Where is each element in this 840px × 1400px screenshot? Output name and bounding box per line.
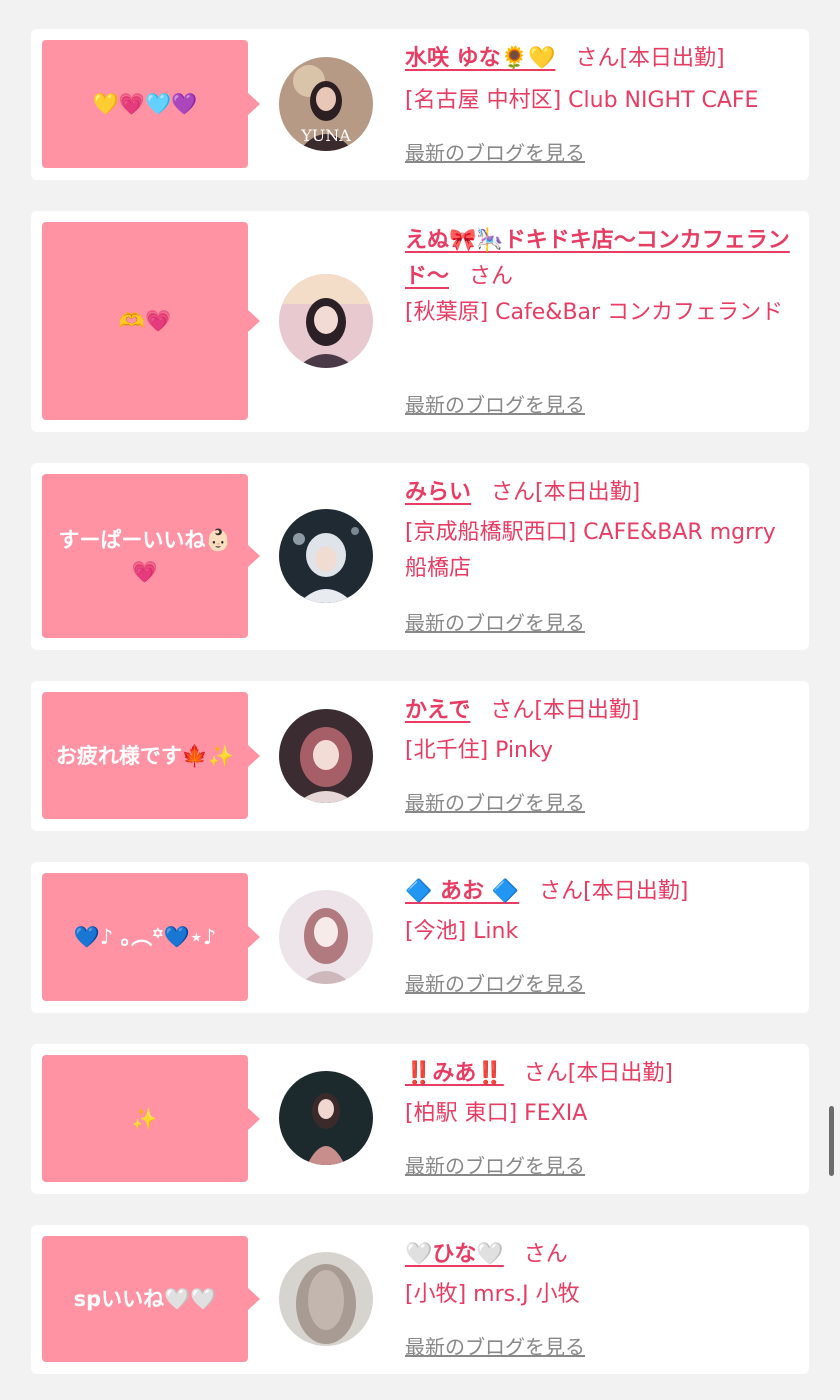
- shop-name: [今池] Link: [405, 919, 519, 944]
- comment-text: spいいね🤍🤍: [73, 1287, 217, 1311]
- shop-name: [秋葉原] Cafe&Bar コンカフェランド: [405, 300, 784, 325]
- comment-bubble: お疲れ様です🍁✨: [42, 692, 260, 819]
- latest-blog-link[interactable]: 最新のブログを見る: [405, 1150, 585, 1179]
- entry-info: 🔷 あお 🔷 さん[本日出勤] [今池] Link: [405, 874, 797, 950]
- entry-info: ‼️みあ‼️ さん[本日出勤] [柏駅 東口] FEXIA: [405, 1056, 797, 1132]
- blog-card: 💙♪ ｡︵꙳💙⋆♪ 🔷 あお 🔷 さん[本日出勤] [今池] Link 最新のブロ…: [31, 862, 809, 1013]
- scrollbar[interactable]: [829, 1106, 834, 1176]
- avatar[interactable]: YUNA: [279, 57, 373, 151]
- avatar[interactable]: [279, 1252, 373, 1346]
- cast-name-link[interactable]: 🔷 あお 🔷: [405, 879, 519, 904]
- avatar[interactable]: [279, 274, 373, 368]
- entry-info: かえで さん[本日出勤] [北千住] Pinky: [405, 693, 797, 769]
- name-line: ‼️みあ‼️ さん[本日出勤]: [405, 1056, 797, 1092]
- name-suffix: さん[本日出勤]: [491, 480, 641, 505]
- shop-name: [小牧] mrs.J 小牧: [405, 1282, 580, 1307]
- name-line: 🔷 あお 🔷 さん[本日出勤]: [405, 874, 797, 910]
- latest-blog-link[interactable]: 最新のブログを見る: [405, 968, 585, 997]
- shop-name: [名古屋 中村区] Club NIGHT CAFE: [405, 88, 759, 113]
- latest-blog-link[interactable]: 最新のブログを見る: [405, 389, 585, 418]
- avatar[interactable]: [279, 509, 373, 603]
- blog-card: お疲れ様です🍁✨ かえで さん[本日出勤] [北千住] Pinky 最新のブログを…: [31, 681, 809, 831]
- cast-name-link[interactable]: みらい: [405, 480, 471, 505]
- name-line: 🤍ひな🤍 さん: [405, 1237, 797, 1273]
- comment-bubble: 🫶💗: [42, 222, 260, 420]
- entry-info: みらい さん[本日出勤] [京成船橋駅西口] CAFE&BAR mgrry 船橋店: [405, 475, 797, 587]
- cast-name-link[interactable]: えぬ🎀🎠ドキドキ店〜コンカフェランド〜: [405, 228, 790, 289]
- avatar[interactable]: [279, 709, 373, 803]
- entry-info: 水咲 ゆな🌻💛 さん[本日出勤] [名古屋 中村区] Club NIGHT CAF…: [405, 41, 797, 119]
- comment-bubble: spいいね🤍🤍: [42, 1236, 260, 1362]
- name-suffix: さん[本日出勤]: [523, 1061, 673, 1086]
- name-suffix: さん[本日出勤]: [490, 698, 640, 723]
- name-line: えぬ🎀🎠ドキドキ店〜コンカフェランド〜 さん: [405, 223, 797, 295]
- cast-name-link[interactable]: 🤍ひな🤍: [405, 1242, 504, 1267]
- name-suffix: さん: [523, 1242, 568, 1267]
- blog-card: ✨ ‼️みあ‼️ さん[本日出勤] [柏駅 東口] FEXIA 最新のブログを見る: [31, 1044, 809, 1194]
- blog-card: spいいね🤍🤍 🤍ひな🤍 さん [小牧] mrs.J 小牧 最新のブログを見る: [31, 1225, 809, 1374]
- latest-blog-link[interactable]: 最新のブログを見る: [405, 137, 585, 166]
- comment-text: 💛💗🩵💜: [92, 92, 198, 116]
- latest-blog-link[interactable]: 最新のブログを見る: [405, 607, 585, 636]
- blog-card: 🫶💗 えぬ🎀🎠ドキドキ店〜コンカフェランド〜 さん [秋葉原] Cafe&Bar …: [31, 211, 809, 432]
- entry-info: 🤍ひな🤍 さん [小牧] mrs.J 小牧: [405, 1237, 797, 1313]
- shop-name: [柏駅 東口] FEXIA: [405, 1101, 588, 1126]
- shop-name: [京成船橋駅西口] CAFE&BAR mgrry 船橋店: [405, 520, 776, 581]
- comment-bubble: ✨: [42, 1055, 260, 1182]
- comment-bubble: 💛💗🩵💜: [42, 40, 260, 168]
- latest-blog-link[interactable]: 最新のブログを見る: [405, 787, 585, 816]
- blog-card: すーぱーいいね👶🏻💗 みらい さん[本日出勤] [京成船橋駅西口] CAFE&BA…: [31, 463, 809, 650]
- cast-name-link[interactable]: 水咲 ゆな🌻💛: [405, 46, 555, 71]
- latest-blog-link[interactable]: 最新のブログを見る: [405, 1331, 585, 1360]
- name-suffix: さん[本日出勤]: [539, 879, 689, 904]
- avatar[interactable]: [279, 1071, 373, 1165]
- shop-name: [北千住] Pinky: [405, 738, 553, 763]
- comment-text: 💙♪ ｡︵꙳💙⋆♪: [73, 925, 217, 949]
- comment-text: ✨: [131, 1106, 159, 1131]
- comment-text: お疲れ様です🍁✨: [55, 743, 235, 768]
- name-line: かえで さん[本日出勤]: [405, 693, 797, 729]
- entry-info: えぬ🎀🎠ドキドキ店〜コンカフェランド〜 さん [秋葉原] Cafe&Bar コンカ…: [405, 223, 797, 331]
- cast-name-link[interactable]: かえで: [405, 698, 470, 723]
- name-suffix: さん[本日出勤]: [575, 46, 725, 71]
- blog-card: 💛💗🩵💜 YUNA 水咲 ゆな🌻💛 さん[本日出勤] [名古屋 中村区] Club…: [31, 29, 809, 180]
- name-suffix: さん: [469, 264, 514, 289]
- name-line: みらい さん[本日出勤]: [405, 475, 797, 511]
- comment-text: 🫶💗: [118, 309, 172, 333]
- avatar[interactable]: [279, 890, 373, 984]
- name-line: 水咲 ゆな🌻💛 さん[本日出勤]: [405, 41, 797, 77]
- avatar-label: YUNA: [300, 126, 351, 145]
- comment-bubble: 💙♪ ｡︵꙳💙⋆♪: [42, 873, 260, 1001]
- comment-bubble: すーぱーいいね👶🏻💗: [42, 474, 260, 638]
- cast-name-link[interactable]: ‼️みあ‼️: [405, 1061, 504, 1086]
- comment-text: すーぱーいいね👶🏻💗: [58, 528, 232, 584]
